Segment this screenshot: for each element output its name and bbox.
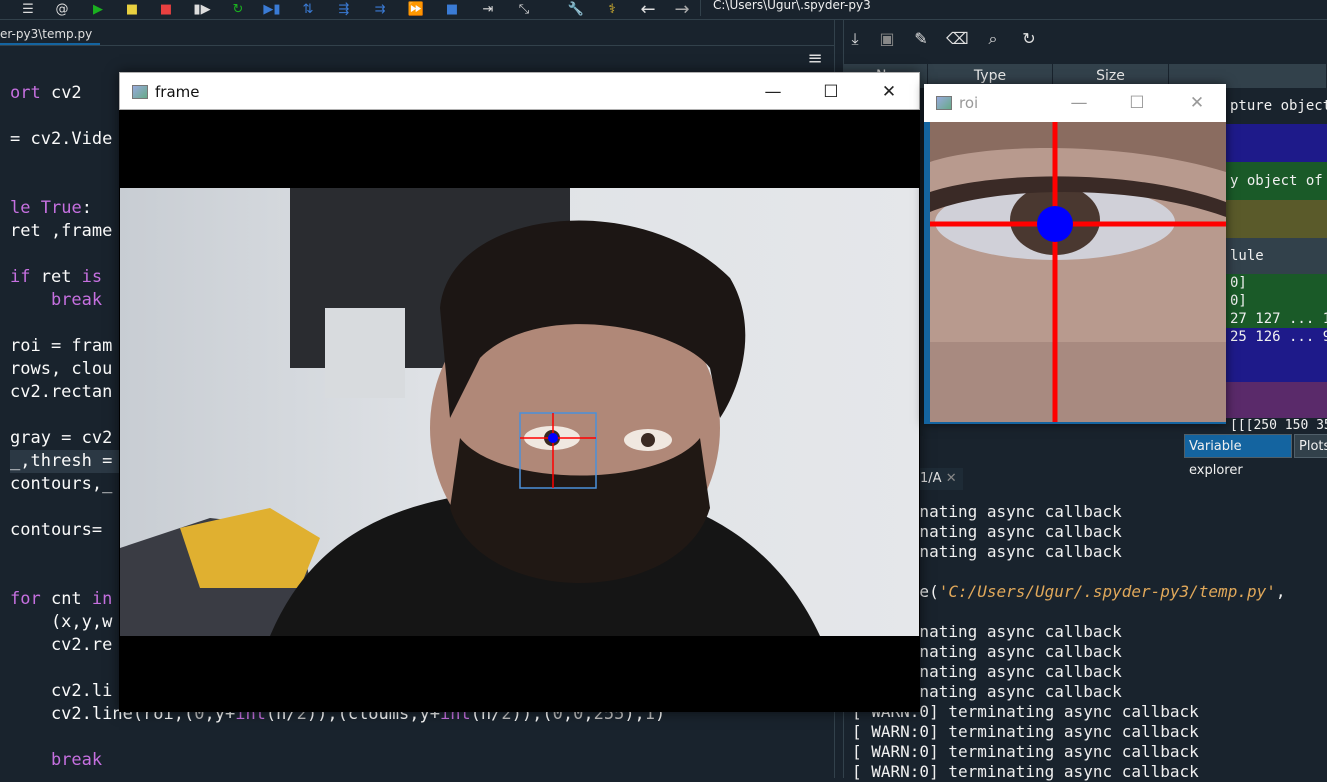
minimize-button[interactable]: — — [1050, 84, 1108, 122]
code-line: contours= — [10, 520, 103, 540]
tab-variable-explorer[interactable]: Variable explorer — [1184, 434, 1292, 478]
back-arrow-icon[interactable]: ← — [638, 0, 658, 20]
maximize-button[interactable]: ☐ — [808, 73, 854, 111]
minimize-button[interactable]: — — [750, 73, 796, 111]
frame-titlebar[interactable]: frame — ☐ ✕ — [119, 72, 920, 110]
tab-plots[interactable]: Plots — [1294, 434, 1327, 458]
value-cell: y object of nu — [1224, 162, 1327, 200]
code-line: ort cv2 — [10, 83, 82, 103]
code-line: (x,y,w — [10, 612, 113, 632]
window-app-icon — [936, 96, 952, 110]
code-line: = cv2.Vide — [10, 129, 113, 149]
console-tab-label: 1/A — [920, 471, 942, 486]
value-cell: lule — [1224, 238, 1327, 274]
code-line: if ret is — [10, 267, 103, 287]
code-line: le True: — [10, 198, 92, 218]
search-icon[interactable]: ⌕ — [982, 28, 1004, 50]
wrench-icon[interactable]: 🔧 — [566, 0, 586, 18]
save-data-icon[interactable]: ▣ — [876, 28, 898, 50]
refresh-icon[interactable]: ↻ — [1018, 28, 1040, 50]
variable-explorer-toolbar: ⤓ ▣ ✎ ⌫ ⌕ ↻ — [844, 20, 1327, 58]
code-line: break — [50, 750, 103, 770]
window-app-icon — [132, 85, 148, 99]
value-cell — [1224, 382, 1327, 418]
console-line: [ WARN:0] terminating async callback — [852, 762, 1199, 781]
maximize-button[interactable]: ☐ — [1108, 84, 1166, 122]
code-line: gray = cv2 — [10, 428, 113, 448]
editor-tabbar: er-py3\temp.py — [0, 20, 836, 46]
roi-titlebar[interactable]: roi — ☐ ✕ — [924, 84, 1226, 122]
pupil-marker — [548, 433, 558, 443]
value-cell: [[[250 150 35] — [1224, 418, 1327, 434]
code-line: cv2.li — [10, 681, 113, 701]
frame-window[interactable]: frame — ☐ ✕ — [119, 72, 920, 712]
roi-window[interactable]: roi — ☐ ✕ — [924, 84, 1226, 424]
continue-icon[interactable]: ⏩ — [406, 0, 426, 18]
step-return-icon[interactable]: ⇉ — [370, 0, 390, 18]
value-cell — [1224, 200, 1327, 238]
value-cell: 25 126 ... 9 — [1224, 328, 1327, 346]
stop-icon[interactable]: ■ — [442, 0, 462, 18]
pupil-marker — [1037, 206, 1073, 242]
value-cell: 0] — [1224, 274, 1327, 292]
close-icon[interactable]: ✕ — [946, 471, 957, 486]
step-icon[interactable]: ⇅ — [298, 0, 318, 18]
eraser-icon[interactable]: ⌫ — [946, 28, 969, 50]
code-line: ret ,frame — [10, 221, 113, 241]
value-cell: pture object — [1224, 94, 1327, 124]
close-button[interactable]: ✕ — [1168, 84, 1226, 122]
editor-tab-temp-py[interactable]: er-py3\temp.py — [0, 23, 101, 45]
run-cell-icon[interactable]: ■ — [156, 0, 176, 18]
main-toolbar: ☰ @ ▶ ■ ■ ▮▶ ↻ ▶▮ ⇅ ⇶ ⇉ ⏩ ■ ⇥ ⤡ 🔧 ⚕ ← → … — [0, 0, 1327, 20]
run-icon[interactable]: ▶ — [88, 0, 108, 18]
code-line: contours,_ — [10, 474, 113, 494]
value-cell — [1224, 124, 1327, 162]
roi-eye-image — [930, 122, 1226, 422]
camera-image — [120, 188, 820, 636]
code-line: cv2.re — [10, 635, 113, 655]
step-into-icon[interactable]: ⇶ — [334, 0, 354, 18]
save-as-icon[interactable]: ✎ — [910, 28, 932, 50]
forward-arrow-icon[interactable]: → — [672, 0, 692, 20]
code-line: roi = fram — [10, 336, 113, 356]
console-line: [ WARN:0] terminating async callback — [852, 722, 1199, 741]
window-title: frame — [155, 83, 200, 101]
editor-options-menu-icon[interactable]: ≡ — [800, 46, 830, 72]
working-directory-input[interactable]: C:\Users\Ugur\.spyder-py3 — [700, 0, 1320, 16]
value-cell: 27 127 ... 12 — [1224, 310, 1327, 328]
window-title: roi — [959, 94, 979, 112]
code-line: break — [50, 290, 103, 310]
run-cell-advance-icon[interactable]: ▮▶ — [192, 0, 212, 18]
camera-feed — [120, 188, 919, 636]
console-tab[interactable]: 1/A ✕ — [914, 468, 963, 490]
maximize-pane-icon[interactable]: ⇥ — [478, 0, 498, 18]
at-icon[interactable]: @ — [52, 0, 72, 18]
console-line: [ WARN:0] terminating async callback — [852, 742, 1199, 761]
code-line: rows, clou — [10, 359, 113, 379]
roi-image — [930, 122, 1226, 422]
value-cell: 0] — [1224, 292, 1327, 310]
run-selection-icon[interactable]: ↻ — [228, 0, 248, 18]
code-line: cv2.rectan — [10, 382, 113, 402]
python-icon[interactable]: ⚕ — [602, 0, 622, 18]
close-button[interactable]: ✕ — [866, 73, 912, 111]
debug-icon[interactable]: ▶▮ — [262, 0, 282, 18]
run-file-icon[interactable]: ■ — [122, 0, 142, 18]
fullscreen-icon[interactable]: ⤡ — [514, 0, 534, 18]
list-icon[interactable]: ☰ — [18, 0, 38, 18]
code-line: for cnt in — [10, 589, 113, 609]
import-data-icon[interactable]: ⤓ — [844, 28, 866, 50]
value-cell — [1224, 346, 1327, 382]
